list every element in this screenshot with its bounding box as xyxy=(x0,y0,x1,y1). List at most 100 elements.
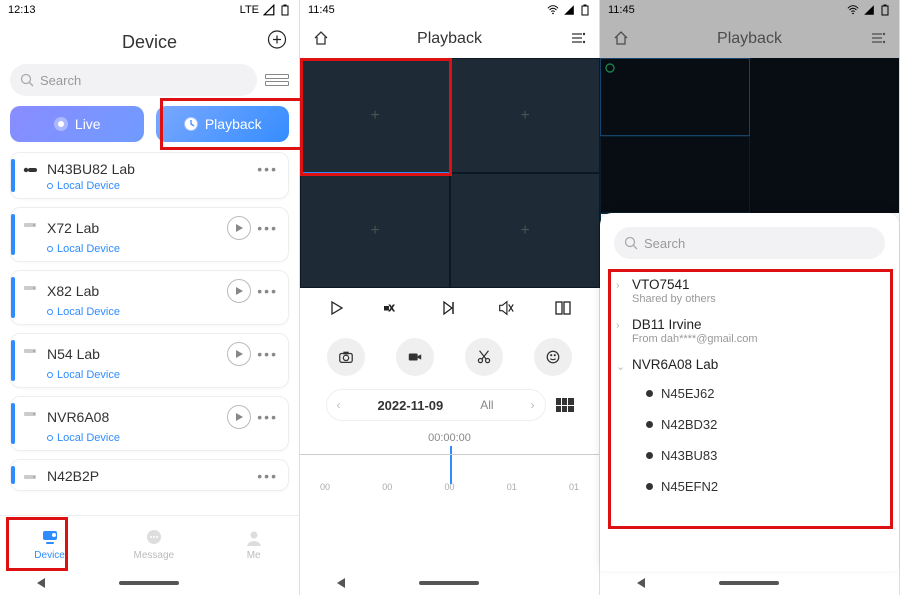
search-icon xyxy=(624,236,638,250)
device-type-icon xyxy=(23,344,39,354)
home-button[interactable] xyxy=(312,29,330,50)
page-title: Playback xyxy=(717,30,782,48)
wifi-icon xyxy=(547,4,559,16)
more-button[interactable]: ••• xyxy=(257,468,278,484)
menu-button[interactable] xyxy=(569,29,587,50)
filter-value[interactable]: All xyxy=(480,398,493,412)
device-type-icon xyxy=(23,218,39,228)
thumbnail-button[interactable] xyxy=(556,398,574,412)
settings-list-icon xyxy=(569,29,587,47)
header: Playback xyxy=(600,20,899,58)
system-nav xyxy=(0,571,299,595)
status-right xyxy=(547,4,591,16)
status-bar: 11:45 xyxy=(300,0,599,20)
nav-message[interactable]: Message xyxy=(133,527,174,561)
back-button[interactable] xyxy=(637,578,645,588)
nav-me[interactable]: Me xyxy=(243,527,265,561)
more-button[interactable]: ••• xyxy=(257,409,278,425)
screen-device-list: 12:13 LTE Device Search Live Playback xyxy=(0,0,300,595)
status-time: 11:45 xyxy=(608,4,635,16)
timeline[interactable]: 00:00:00 0000000101 xyxy=(300,426,599,506)
snapshot-icon xyxy=(338,349,354,365)
status-dot-icon xyxy=(47,183,53,189)
back-button[interactable] xyxy=(337,578,345,588)
more-button[interactable]: ••• xyxy=(257,161,278,177)
device-type-icon xyxy=(23,470,39,480)
signal-icon xyxy=(863,4,875,16)
svg-text:≡X: ≡X xyxy=(384,304,395,313)
tab-live-label: Live xyxy=(75,116,101,132)
search-input[interactable]: Search xyxy=(10,64,257,96)
settings-list-icon xyxy=(869,29,887,47)
tab-live[interactable]: Live xyxy=(10,106,144,142)
mute-button[interactable] xyxy=(497,299,515,320)
timeline-time: 00:00:00 xyxy=(300,432,599,444)
device-status: Local Device xyxy=(47,432,278,444)
more-button[interactable]: ••• xyxy=(257,346,278,362)
grid-cell-1[interactable] xyxy=(600,58,750,136)
status-bar: 12:13 LTE xyxy=(0,0,299,20)
date-value: 2022-11-09 xyxy=(377,398,443,413)
highlight-device-list xyxy=(608,269,893,529)
page-title: Device xyxy=(122,32,177,53)
home-button[interactable] xyxy=(419,581,479,585)
battery-icon xyxy=(879,4,891,16)
fisheye-button[interactable] xyxy=(534,338,572,376)
clip-button[interactable] xyxy=(465,338,503,376)
device-status: Local Device xyxy=(47,243,278,255)
record-button[interactable] xyxy=(396,338,434,376)
next-day-button[interactable]: › xyxy=(530,398,534,412)
play-icon xyxy=(234,412,244,422)
nav-me-label: Me xyxy=(247,550,261,561)
status-bar: 11:45 xyxy=(600,0,899,20)
device-card[interactable]: NVR6A08•••Local Device xyxy=(10,396,289,451)
view-toggle-button[interactable] xyxy=(265,68,289,92)
status-time: 12:13 xyxy=(8,4,36,16)
system-nav xyxy=(600,571,899,595)
search-placeholder: Search xyxy=(644,236,685,251)
next-frame-button[interactable] xyxy=(440,299,458,320)
date-picker[interactable]: ‹ 2022-11-09 All › xyxy=(326,389,546,421)
device-type-icon xyxy=(23,281,39,291)
add-device-button[interactable] xyxy=(267,30,287,55)
home-button[interactable] xyxy=(612,29,630,50)
camera-icon xyxy=(53,116,69,132)
menu-button[interactable] xyxy=(869,29,887,50)
message-icon xyxy=(143,527,165,549)
device-card[interactable]: N42B2P••• xyxy=(10,459,289,491)
back-button[interactable] xyxy=(37,578,45,588)
play-button[interactable] xyxy=(227,279,251,303)
status-time: 11:45 xyxy=(308,4,335,16)
device-card[interactable]: N54 Lab•••Local Device xyxy=(10,333,289,388)
layout-button[interactable] xyxy=(554,299,572,320)
home-button[interactable] xyxy=(119,581,179,585)
snapshot-button[interactable] xyxy=(327,338,365,376)
grid-cell-4[interactable]: + xyxy=(450,173,600,288)
play-button[interactable] xyxy=(327,299,345,320)
device-card[interactable]: X82 Lab•••Local Device xyxy=(10,270,289,325)
action-buttons xyxy=(300,330,599,384)
play-button[interactable] xyxy=(227,342,251,366)
home-button[interactable] xyxy=(719,581,779,585)
fisheye-icon xyxy=(545,349,561,365)
device-list[interactable]: N43BU82 Lab•••Local DeviceX72 Lab•••Loca… xyxy=(0,152,299,515)
status-network: LTE xyxy=(240,4,259,16)
grid-cell-2[interactable] xyxy=(600,136,750,214)
playback-controls: ≡X xyxy=(300,288,599,330)
prev-day-button[interactable]: ‹ xyxy=(337,398,341,412)
play-button[interactable] xyxy=(227,216,251,240)
status-right: LTE xyxy=(240,4,291,16)
play-button[interactable] xyxy=(227,405,251,429)
more-button[interactable]: ••• xyxy=(257,283,278,299)
search-input[interactable]: Search xyxy=(614,227,885,259)
grid-cell-2[interactable]: + xyxy=(450,58,600,173)
status-dot-icon xyxy=(47,435,53,441)
speed-button[interactable]: ≡X xyxy=(384,299,402,320)
device-card[interactable]: X72 Lab•••Local Device xyxy=(10,207,289,262)
device-card[interactable]: N43BU82 Lab•••Local Device xyxy=(10,152,289,199)
status-right xyxy=(847,4,891,16)
more-button[interactable]: ••• xyxy=(257,220,278,236)
grid-cell-3[interactable]: + xyxy=(300,173,450,288)
play-icon xyxy=(234,349,244,359)
highlight-grid-cell-1 xyxy=(300,58,452,176)
